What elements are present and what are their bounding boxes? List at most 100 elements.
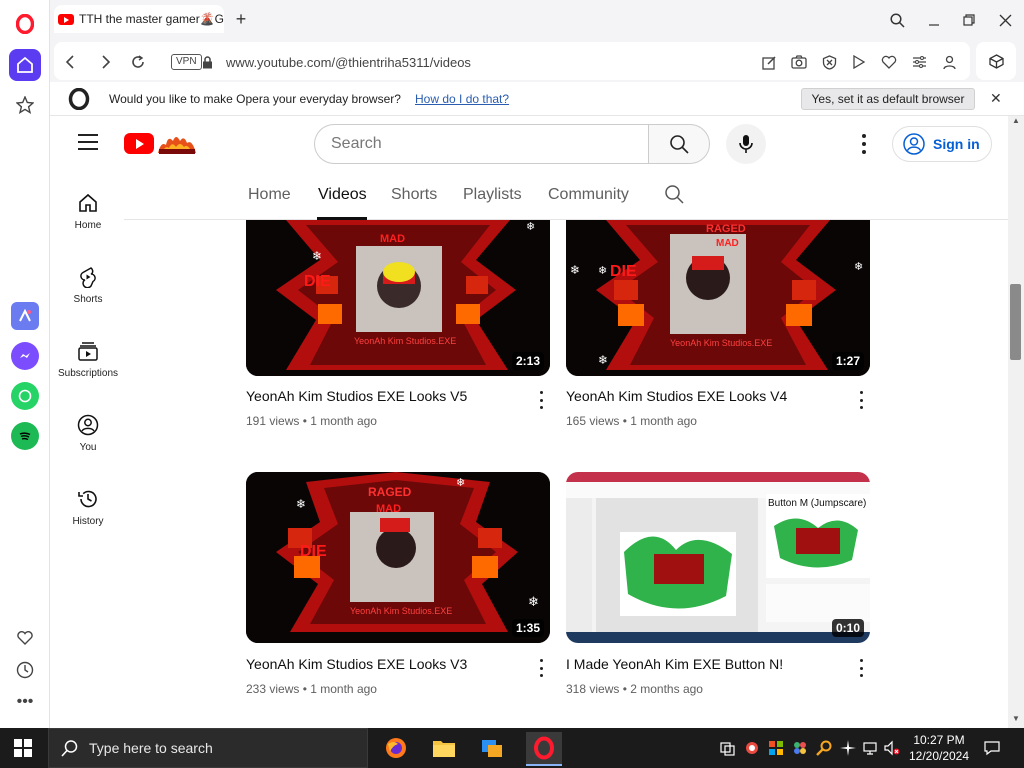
video-menu-icon[interactable] xyxy=(536,391,546,409)
taskbar-search-box[interactable]: Type here to search xyxy=(48,728,368,768)
pinboard-icon[interactable] xyxy=(9,89,41,121)
new-tab-button[interactable]: + xyxy=(230,8,252,30)
fire-logo-icon[interactable] xyxy=(156,131,198,155)
close-infobar-icon[interactable]: ✕ xyxy=(990,90,1002,107)
ad-blocker-icon[interactable] xyxy=(820,53,838,71)
search-button[interactable] xyxy=(648,124,710,164)
video-card[interactable]: MAD DIE YeonAh Kim Studios.EXE ❄ ❄ 2:13 … xyxy=(246,220,550,428)
voice-search-button[interactable] xyxy=(726,124,766,164)
app-window-icon[interactable] xyxy=(478,734,506,762)
reload-icon[interactable] xyxy=(128,52,148,72)
heart-icon[interactable] xyxy=(9,622,41,654)
snapshot-edit-icon[interactable] xyxy=(760,53,778,71)
tab-shorts[interactable]: Shorts xyxy=(391,186,437,204)
opera-logo-icon[interactable] xyxy=(9,8,41,40)
youtube-logo-icon[interactable] xyxy=(124,133,154,154)
video-thumbnail[interactable]: Button M (Jumpscare) 0:10 xyxy=(566,472,870,643)
opera-taskbar-icon[interactable] xyxy=(526,732,562,766)
video-title[interactable]: YeonAh Kim Studios EXE Looks V3 xyxy=(246,656,467,672)
tab-youtube[interactable]: TTH the master gamer🌋G xyxy=(54,5,224,33)
windows-start-icon[interactable] xyxy=(14,739,32,757)
firefox-icon[interactable] xyxy=(382,734,410,762)
video-card[interactable]: Button M (Jumpscare) 0:10 I Made YeonAh … xyxy=(566,472,870,696)
infobar-message: Would you like to make Opera your everyd… xyxy=(109,92,401,106)
forward-icon[interactable] xyxy=(96,52,116,72)
video-meta: 318 views • 2 months ago xyxy=(566,682,703,696)
video-title[interactable]: YeonAh Kim Studios EXE Looks V4 xyxy=(566,388,787,404)
youtube-header: Sign in xyxy=(52,116,1008,172)
home-icon xyxy=(79,193,97,212)
video-title[interactable]: YeonAh Kim Studios EXE Looks V5 xyxy=(246,388,467,404)
snowflake-icon: ❄ xyxy=(598,264,607,277)
file-explorer-icon[interactable] xyxy=(430,734,458,762)
tray-store-icon[interactable] xyxy=(768,740,784,756)
tab-home[interactable]: Home xyxy=(248,186,291,204)
player-play-icon[interactable] xyxy=(850,53,868,71)
spotify-icon[interactable] xyxy=(11,422,39,450)
clock-date: 12/20/2024 xyxy=(908,749,970,763)
scroll-up-icon[interactable]: ▲ xyxy=(1012,116,1020,125)
url-text[interactable]: www.youtube.com/@thientriha5311/videos xyxy=(226,55,471,70)
video-menu-icon[interactable] xyxy=(536,659,546,677)
minimize-button[interactable] xyxy=(923,9,945,31)
history-clock-icon[interactable] xyxy=(9,654,41,686)
default-browser-infobar: Would you like to make Opera your everyd… xyxy=(50,82,1024,116)
microphone-icon xyxy=(739,135,753,153)
profile-icon[interactable] xyxy=(940,53,958,71)
video-menu-icon[interactable] xyxy=(856,659,866,677)
video-thumbnail[interactable]: RAGED MAD DIE YeonAh Kim Studios.EXE ❄ ❄… xyxy=(246,472,550,643)
video-menu-icon[interactable] xyxy=(856,391,866,409)
channel-search-icon[interactable] xyxy=(664,184,684,209)
video-title[interactable]: I Made YeonAh Kim EXE Button N! xyxy=(566,656,783,672)
tab-videos[interactable]: Videos xyxy=(318,186,367,204)
task-view-icon[interactable] xyxy=(720,740,736,756)
search-input[interactable] xyxy=(314,124,648,164)
vpn-badge[interactable]: VPN xyxy=(171,54,202,70)
snowflake-icon: ❄ xyxy=(312,249,322,263)
extensions-icon[interactable] xyxy=(976,42,1016,80)
settings-more-icon[interactable] xyxy=(858,132,870,156)
thumbnail-art: RAGED MAD DIE YeonAh Kim Studios.EXE ❄ ❄… xyxy=(566,220,870,376)
easy-setup-icon[interactable] xyxy=(910,53,928,71)
notification-icon[interactable] xyxy=(984,740,1000,756)
thumbnail-mad-text: MAD xyxy=(376,503,401,515)
video-thumbnail[interactable]: MAD DIE YeonAh Kim Studios.EXE ❄ ❄ 2:13 xyxy=(246,220,550,376)
tray-search-tool-icon[interactable] xyxy=(816,740,832,756)
network-icon[interactable] xyxy=(862,740,878,756)
whatsapp-icon[interactable] xyxy=(11,382,39,410)
bookmark-heart-icon[interactable] xyxy=(880,53,898,71)
tab-playlists[interactable]: Playlists xyxy=(463,186,522,204)
scrollbar-thumb[interactable] xyxy=(1010,284,1021,360)
video-meta: 165 views • 1 month ago xyxy=(566,414,697,428)
messenger-icon[interactable] xyxy=(11,342,39,370)
tab-title: TTH the master gamer🌋G xyxy=(79,12,224,26)
taskbar-clock[interactable]: 10:27 PM 12/20/2024 xyxy=(908,732,970,764)
thumbnail-button-label: Button M (Jumpscare) xyxy=(768,498,866,509)
tray-game-icon[interactable] xyxy=(792,740,808,756)
video-card[interactable]: RAGED MAD DIE YeonAh Kim Studios.EXE ❄ ❄… xyxy=(566,220,870,428)
back-icon[interactable] xyxy=(60,52,80,72)
volume-muted-icon[interactable] xyxy=(884,740,900,756)
more-dots-icon[interactable]: ••• xyxy=(9,686,41,718)
scroll-down-icon[interactable]: ▼ xyxy=(1012,714,1020,723)
tab-search-icon[interactable] xyxy=(886,9,908,31)
tray-app-icon[interactable] xyxy=(744,740,760,756)
camera-icon[interactable] xyxy=(790,53,808,71)
address-bar-row: VPN www.youtube.com/@thientriha5311/vide… xyxy=(50,40,1024,82)
page-scrollbar[interactable]: ▲ ▼ xyxy=(1008,116,1024,728)
taskbar-search-placeholder: Type here to search xyxy=(89,740,213,756)
restore-button[interactable] xyxy=(958,9,980,31)
video-thumbnail[interactable]: RAGED MAD DIE YeonAh Kim Studios.EXE ❄ ❄… xyxy=(566,220,870,376)
tab-community[interactable]: Community xyxy=(548,186,629,204)
close-window-button[interactable] xyxy=(994,9,1016,31)
sign-in-button[interactable]: Sign in xyxy=(892,126,992,162)
thumbnail-art: Button M (Jumpscare) xyxy=(566,472,870,643)
video-card[interactable]: RAGED MAD DIE YeonAh Kim Studios.EXE ❄ ❄… xyxy=(246,472,550,696)
lock-icon[interactable] xyxy=(200,52,214,72)
set-default-browser-button[interactable]: Yes, set it as default browser xyxy=(801,88,975,110)
menu-hamburger-icon[interactable] xyxy=(78,134,98,150)
infobar-help-link[interactable]: How do I do that? xyxy=(415,92,509,106)
speed-dial-home-icon[interactable] xyxy=(9,49,41,81)
aria-ai-icon[interactable] xyxy=(11,302,39,330)
tray-sparkle-icon[interactable] xyxy=(840,740,856,756)
